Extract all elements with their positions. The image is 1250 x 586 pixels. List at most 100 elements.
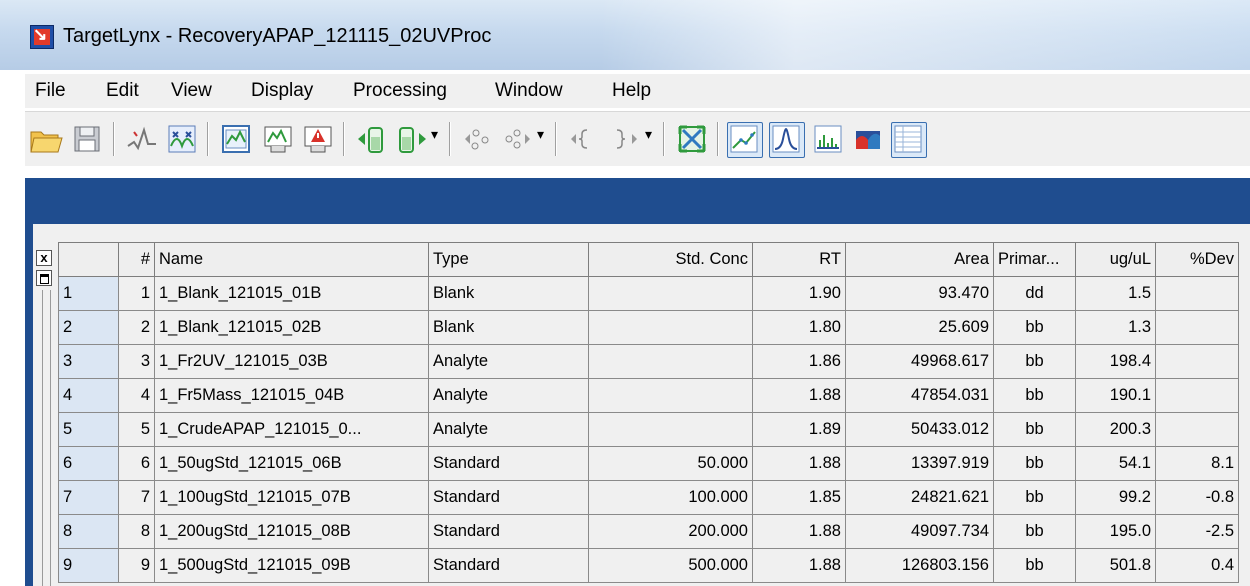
primary-cell[interactable]: dd — [993, 276, 1076, 311]
pane-close-icon[interactable]: x — [36, 250, 52, 266]
name-cell[interactable]: 1_Blank_121015_01B — [154, 276, 429, 311]
number-cell[interactable]: 7 — [118, 480, 155, 515]
primary-cell[interactable]: bb — [993, 412, 1076, 447]
ug-ul-cell[interactable]: 190.1 — [1075, 378, 1156, 413]
table-row[interactable]: 2 2 1_Blank_121015_02B Blank 1.80 25.609 bb 1.3 — [58, 310, 1239, 345]
ug-ul-cell[interactable]: 99.2 — [1075, 480, 1156, 515]
number-cell[interactable]: 6 — [118, 446, 155, 481]
ug-ul-cell[interactable]: 501.8 — [1075, 548, 1156, 583]
summary-view-icon[interactable] — [851, 122, 885, 156]
type-cell[interactable]: Standard — [428, 548, 589, 583]
open-folder-icon[interactable] — [29, 122, 63, 156]
report-icon[interactable] — [261, 122, 295, 156]
rt-cell[interactable]: 1.90 — [752, 276, 846, 311]
column-header-type[interactable]: Type — [428, 242, 589, 277]
rt-cell[interactable]: 1.85 — [752, 480, 846, 515]
menu-view[interactable]: View — [171, 80, 212, 102]
number-cell[interactable]: 2 — [118, 310, 155, 345]
std-conc-cell[interactable]: 100.000 — [588, 480, 753, 515]
type-cell[interactable]: Blank — [428, 310, 589, 345]
primary-cell[interactable]: bb — [993, 344, 1076, 379]
pct-dev-cell[interactable] — [1155, 276, 1239, 311]
name-cell[interactable]: 1_200ugStd_121015_08B — [154, 514, 429, 549]
std-conc-cell[interactable] — [588, 276, 753, 311]
row-index-cell[interactable]: 1 — [58, 276, 119, 311]
pct-dev-cell[interactable]: 8.1 — [1155, 446, 1239, 481]
pct-dev-cell[interactable]: 0.4 — [1155, 548, 1239, 583]
table-view-icon[interactable] — [891, 122, 927, 158]
next-compound-icon[interactable] — [500, 122, 534, 156]
pct-dev-cell[interactable] — [1155, 378, 1239, 413]
column-header-name[interactable]: Name — [154, 242, 429, 277]
menu-processing[interactable]: Processing — [353, 80, 447, 102]
previous-peak-icon[interactable] — [567, 122, 601, 156]
save-icon[interactable] — [70, 122, 104, 156]
number-cell[interactable]: 4 — [118, 378, 155, 413]
type-cell[interactable]: Standard — [428, 446, 589, 481]
rt-cell[interactable]: 1.88 — [752, 514, 846, 549]
name-cell[interactable]: 1_500ugStd_121015_09B — [154, 548, 429, 583]
rt-cell[interactable]: 1.88 — [752, 378, 846, 413]
name-cell[interactable]: 1_Blank_121015_02B — [154, 310, 429, 345]
pane-splitter[interactable] — [50, 290, 51, 586]
row-index-cell[interactable]: 5 — [58, 412, 119, 447]
column-header-ug-ul[interactable]: ug/uL — [1075, 242, 1156, 277]
name-cell[interactable]: 1_Fr5Mass_121015_04B — [154, 378, 429, 413]
primary-cell[interactable]: bb — [993, 480, 1076, 515]
area-cell[interactable]: 47854.031 — [845, 378, 994, 413]
column-header-primary[interactable]: Primar... — [993, 242, 1076, 277]
name-cell[interactable]: 1_50ugStd_121015_06B — [154, 446, 429, 481]
area-cell[interactable]: 50433.012 — [845, 412, 994, 447]
type-cell[interactable]: Analyte — [428, 412, 589, 447]
area-cell[interactable]: 25.609 — [845, 310, 994, 345]
number-cell[interactable]: 3 — [118, 344, 155, 379]
column-header-std-conc[interactable]: Std. Conc — [588, 242, 753, 277]
zoom-fit-icon[interactable] — [675, 122, 709, 156]
row-index-cell[interactable]: 8 — [58, 514, 119, 549]
std-conc-cell[interactable]: 50.000 — [588, 446, 753, 481]
primary-cell[interactable]: bb — [993, 378, 1076, 413]
name-cell[interactable]: 1_CrudeAPAP_121015_0... — [154, 412, 429, 447]
std-conc-cell[interactable] — [588, 310, 753, 345]
peak-dropdown-chevron-down-icon[interactable]: ▾ — [645, 126, 652, 143]
column-header-row-index[interactable] — [58, 242, 119, 277]
title-bar[interactable]: TargetLynx - RecoveryAPAP_121115_02UVPro… — [0, 0, 1250, 70]
area-cell[interactable]: 49097.734 — [845, 514, 994, 549]
number-cell[interactable]: 9 — [118, 548, 155, 583]
next-sample-icon[interactable] — [395, 122, 429, 156]
row-index-cell[interactable]: 4 — [58, 378, 119, 413]
std-conc-cell[interactable] — [588, 412, 753, 447]
table-row[interactable]: 7 7 1_100ugStd_121015_07B Standard 100.000 1.… — [58, 480, 1239, 515]
integrate-icon[interactable] — [125, 122, 159, 156]
menu-display[interactable]: Display — [251, 80, 313, 102]
type-cell[interactable]: Analyte — [428, 344, 589, 379]
std-conc-cell[interactable]: 200.000 — [588, 514, 753, 549]
number-cell[interactable]: 1 — [118, 276, 155, 311]
pane-restore-icon[interactable] — [36, 270, 52, 286]
area-cell[interactable]: 126803.156 — [845, 548, 994, 583]
row-index-cell[interactable]: 3 — [58, 344, 119, 379]
menu-help[interactable]: Help — [612, 80, 651, 102]
chromatogram-icon[interactable] — [219, 122, 253, 156]
column-header-pct-dev[interactable]: %Dev — [1155, 242, 1239, 277]
area-cell[interactable]: 49968.617 — [845, 344, 994, 379]
std-conc-cell[interactable] — [588, 344, 753, 379]
primary-cell[interactable]: bb — [993, 514, 1076, 549]
menu-edit[interactable]: Edit — [106, 80, 139, 102]
row-index-cell[interactable]: 6 — [58, 446, 119, 481]
primary-cell[interactable]: bb — [993, 446, 1076, 481]
sample-dropdown-chevron-down-icon[interactable]: ▾ — [431, 126, 438, 143]
column-header-rt[interactable]: RT — [752, 242, 846, 277]
row-index-cell[interactable]: 9 — [58, 548, 119, 583]
area-cell[interactable]: 93.470 — [845, 276, 994, 311]
next-peak-icon[interactable] — [607, 122, 641, 156]
rt-cell[interactable]: 1.88 — [752, 446, 846, 481]
type-cell[interactable]: Standard — [428, 480, 589, 515]
calibration-view-icon[interactable] — [727, 122, 763, 158]
std-conc-cell[interactable] — [588, 378, 753, 413]
table-row[interactable]: 5 5 1_CrudeAPAP_121015_0... Analyte 1.89 5043… — [58, 412, 1239, 447]
number-cell[interactable]: 5 — [118, 412, 155, 447]
smooth-icon[interactable] — [165, 122, 199, 156]
ug-ul-cell[interactable]: 1.5 — [1075, 276, 1156, 311]
name-cell[interactable]: 1_100ugStd_121015_07B — [154, 480, 429, 515]
